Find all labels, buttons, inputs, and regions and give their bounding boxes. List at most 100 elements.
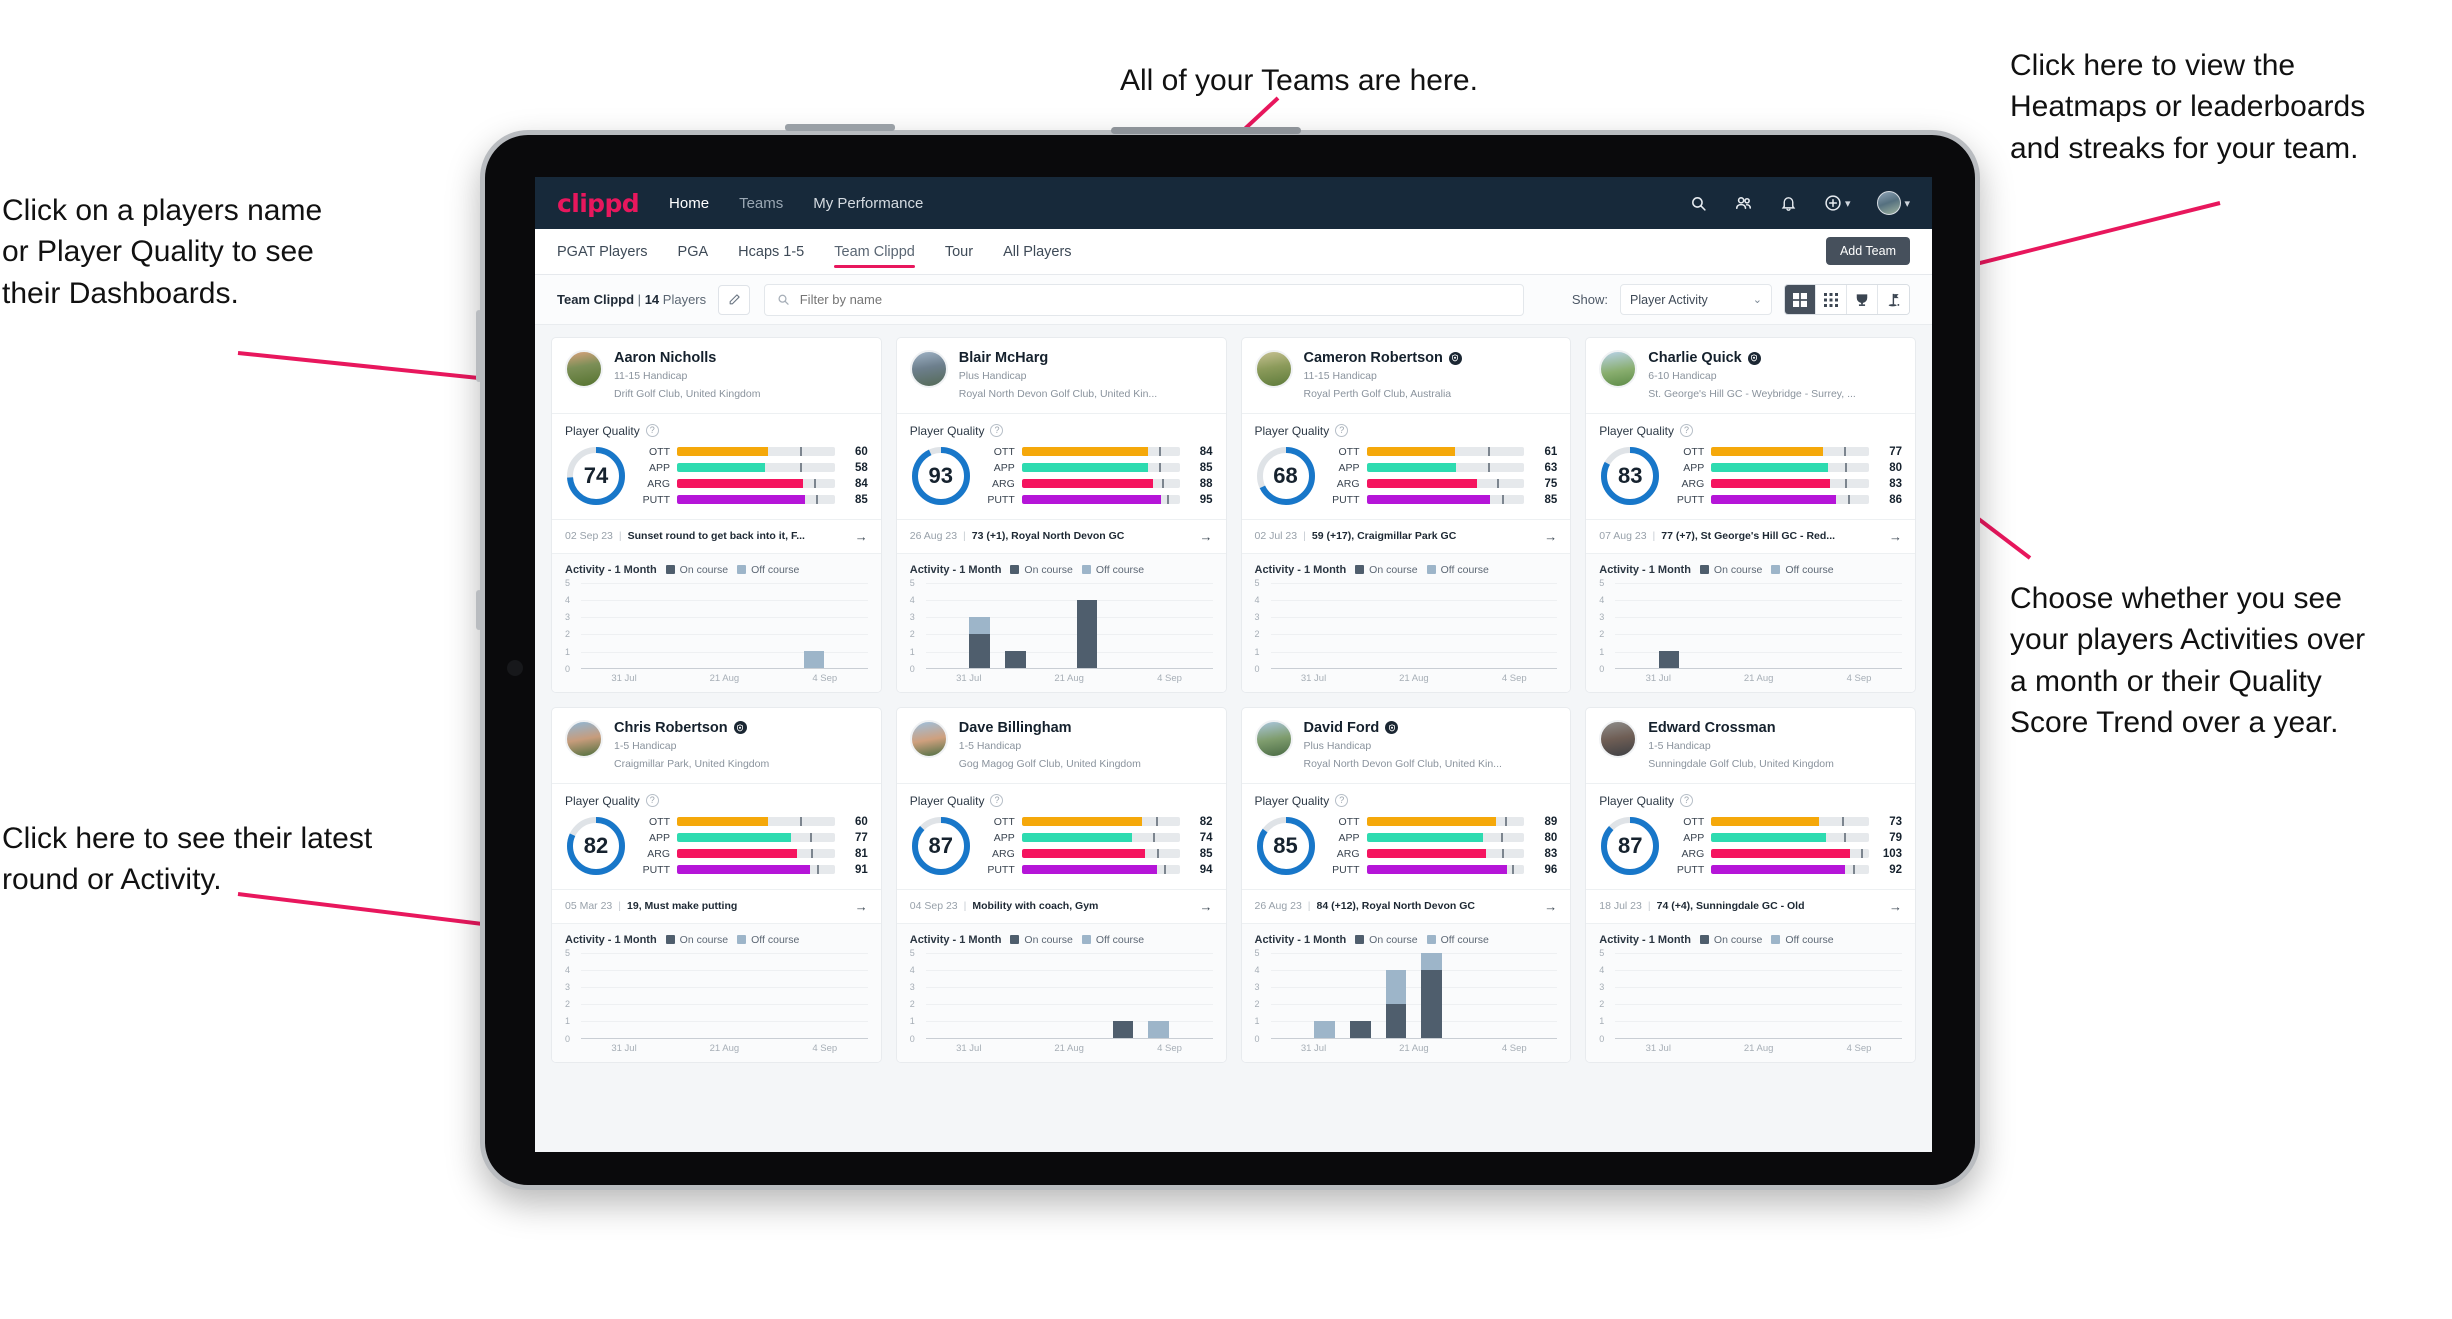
player-name[interactable]: Cameron Robertson [1304, 350, 1443, 366]
help-circle-icon[interactable]: ? [990, 794, 1004, 808]
chart-axis [1615, 1037, 1902, 1039]
search-input-wrapper[interactable] [764, 283, 1525, 316]
player-quality-section[interactable]: Player Quality ? 85 OTT 89 APP 80 ARG 83… [1242, 784, 1571, 889]
player-avatar[interactable] [909, 350, 948, 388]
people-icon[interactable] [1734, 194, 1753, 213]
player-quality-section[interactable]: Player Quality ? 83 OTT 77 APP 80 ARG 83… [1586, 414, 1915, 519]
tab-pgat-players[interactable]: PGAT Players [557, 229, 648, 274]
skill-label: APP [1683, 461, 1705, 474]
legend-off-course: Off course [1081, 564, 1144, 576]
chart-bar-slot [1069, 953, 1105, 1038]
arrow-right-icon[interactable]: → [1544, 899, 1557, 914]
latest-activity-row[interactable]: 18 Jul 23 | 74 (+4), Sunningdale GC - Ol… [1586, 888, 1915, 924]
arrow-right-icon[interactable]: → [1889, 899, 1902, 914]
tab-pga[interactable]: PGA [678, 229, 709, 274]
quality-score-value: 93 [928, 462, 953, 488]
bar-segment-on-course [1004, 650, 1026, 668]
player-card[interactable]: Aaron Nicholls 11-15 Handicap Drift Golf… [551, 337, 882, 693]
golf-flag-streaks-view-button[interactable] [1878, 285, 1909, 314]
chart-bars [1271, 952, 1558, 1038]
nav-item-home[interactable]: Home [669, 195, 709, 212]
player-name[interactable]: Blair McHarg [959, 350, 1048, 366]
player-quality-section[interactable]: Player Quality ? 82 OTT 60 APP 77 ARG 81… [552, 784, 881, 889]
latest-activity-row[interactable]: 05 Mar 23 | 19, Must make putting → [552, 888, 881, 924]
player-avatar[interactable] [909, 719, 948, 758]
pencil-icon[interactable] [718, 284, 751, 315]
latest-activity-row[interactable]: 02 Sep 23 | Sunset round to get back int… [552, 518, 881, 554]
show-select[interactable]: Player Activity ⌄ [1620, 284, 1772, 315]
latest-activity-row[interactable]: 04 Sep 23 | Mobility with coach, Gym → [896, 888, 1226, 924]
nav-item-teams[interactable]: Teams [739, 195, 783, 212]
player-name[interactable]: Edward Crossman [1648, 720, 1775, 736]
player-card[interactable]: Blair McHarg Plus Handicap Royal North D… [895, 337, 1227, 693]
player-quality-title: Player Quality [1254, 423, 1330, 438]
player-avatar[interactable] [1254, 719, 1293, 758]
arrow-right-icon[interactable]: → [855, 529, 868, 544]
tab-all-players[interactable]: All Players [1003, 229, 1072, 274]
nav-item-my-performance[interactable]: My Performance [813, 195, 923, 212]
player-card-header: Blair McHarg Plus Handicap Royal North D… [897, 338, 1226, 413]
heatmap-grid-view-button[interactable] [1816, 285, 1847, 314]
latest-activity-row[interactable]: 26 Aug 23 | 73 (+1), Royal North Devon G… [896, 518, 1226, 554]
help-circle-icon[interactable]: ? [645, 794, 659, 808]
player-avatar[interactable] [1254, 350, 1293, 388]
player-card[interactable]: Charlie Quick 6-10 Handicap St. George's… [1585, 337, 1916, 693]
player-card[interactable]: Chris Robertson 1-5 Handicap Craigmillar… [551, 706, 882, 1063]
chart-y-tick: 3 [1254, 982, 1260, 993]
avatar-menu[interactable]: ▾ [1877, 191, 1910, 215]
add-team-button[interactable]: Add Team [1825, 237, 1910, 265]
player-card[interactable]: Edward Crossman 1-5 Handicap Sunningdale… [1585, 706, 1916, 1063]
player-quality-section[interactable]: Player Quality ? 87 OTT 82 APP 74 ARG 85… [897, 784, 1226, 889]
search-input[interactable] [799, 292, 1512, 307]
arrow-right-icon[interactable]: → [1544, 529, 1557, 544]
latest-activity-row[interactable]: 07 Aug 23 | 77 (+7), St George's Hill GC… [1586, 518, 1915, 554]
chart-y-tick: 4 [1254, 964, 1260, 975]
player-avatar[interactable] [1599, 350, 1638, 388]
search-icon[interactable] [1690, 195, 1707, 212]
arrow-right-icon[interactable]: → [855, 899, 868, 914]
grid-large-view-button[interactable] [1785, 285, 1816, 314]
help-circle-icon[interactable]: ? [990, 424, 1004, 438]
avatar[interactable] [1877, 191, 1902, 215]
help-circle-icon[interactable]: ? [1679, 794, 1693, 808]
player-avatar[interactable] [565, 719, 603, 758]
bell-icon[interactable] [1780, 195, 1797, 212]
player-avatar[interactable] [565, 350, 603, 388]
player-avatar[interactable] [1599, 719, 1638, 758]
tab-tour[interactable]: Tour [945, 229, 973, 274]
help-circle-icon[interactable]: ? [1679, 424, 1693, 438]
trophy-leaderboard-view-button[interactable] [1847, 285, 1878, 314]
player-quality-section[interactable]: Player Quality ? 87 OTT 73 APP 79 ARG 10… [1586, 784, 1915, 889]
latest-divider: | [618, 530, 622, 543]
activity-section: Activity - 1 Month On course Off course … [552, 553, 881, 692]
player-name[interactable]: Charlie Quick [1648, 350, 1741, 366]
player-name[interactable]: David Ford [1304, 720, 1380, 736]
tab-hcaps-1-5[interactable]: Hcaps 1-5 [738, 229, 804, 274]
volume-button[interactable] [476, 310, 482, 382]
plus-chevron-down-icon[interactable]: ▾ [1845, 197, 1851, 210]
latest-activity-row[interactable]: 26 Aug 23 | 84 (+12), Royal North Devon … [1241, 888, 1571, 924]
player-name[interactable]: Aaron Nicholls [614, 350, 716, 366]
player-card[interactable]: Cameron Robertson 11-15 Handicap Royal P… [1240, 337, 1572, 693]
player-name[interactable]: Chris Robertson [614, 720, 728, 736]
clippd-logo[interactable]: clippd [557, 189, 640, 218]
arrow-right-icon[interactable]: → [1200, 529, 1213, 544]
player-name[interactable]: Dave Billingham [959, 720, 1072, 736]
player-quality-section[interactable]: Player Quality ? 68 OTT 61 APP 63 ARG 75… [1242, 414, 1571, 519]
player-card[interactable]: David Ford Plus Handicap Royal North Dev… [1240, 706, 1572, 1063]
latest-activity-row[interactable]: 02 Jul 23 | 59 (+17), Craigmillar Park G… [1241, 518, 1571, 554]
power-button[interactable] [476, 590, 482, 630]
player-quality-section[interactable]: Player Quality ? 93 OTT 84 APP 85 ARG 88… [897, 414, 1226, 519]
avatar-chevron-down-icon[interactable]: ▾ [1904, 197, 1910, 210]
skill-bar-benchmark-tick [1155, 817, 1158, 827]
chart-bar-stack [1659, 953, 1680, 1038]
player-card[interactable]: Dave Billingham 1-5 Handicap Gog Magog G… [895, 706, 1227, 1063]
arrow-right-icon[interactable]: → [1889, 529, 1902, 544]
plus-circle-icon[interactable]: ▾ [1824, 194, 1851, 212]
help-circle-icon[interactable]: ? [1335, 794, 1349, 808]
help-circle-icon[interactable]: ? [1335, 424, 1349, 438]
tab-team-clippd[interactable]: Team Clippd [834, 229, 915, 274]
help-circle-icon[interactable]: ? [645, 424, 659, 438]
player-quality-section[interactable]: Player Quality ? 74 OTT 60 APP 58 ARG 84… [552, 414, 881, 519]
arrow-right-icon[interactable]: → [1200, 899, 1213, 914]
